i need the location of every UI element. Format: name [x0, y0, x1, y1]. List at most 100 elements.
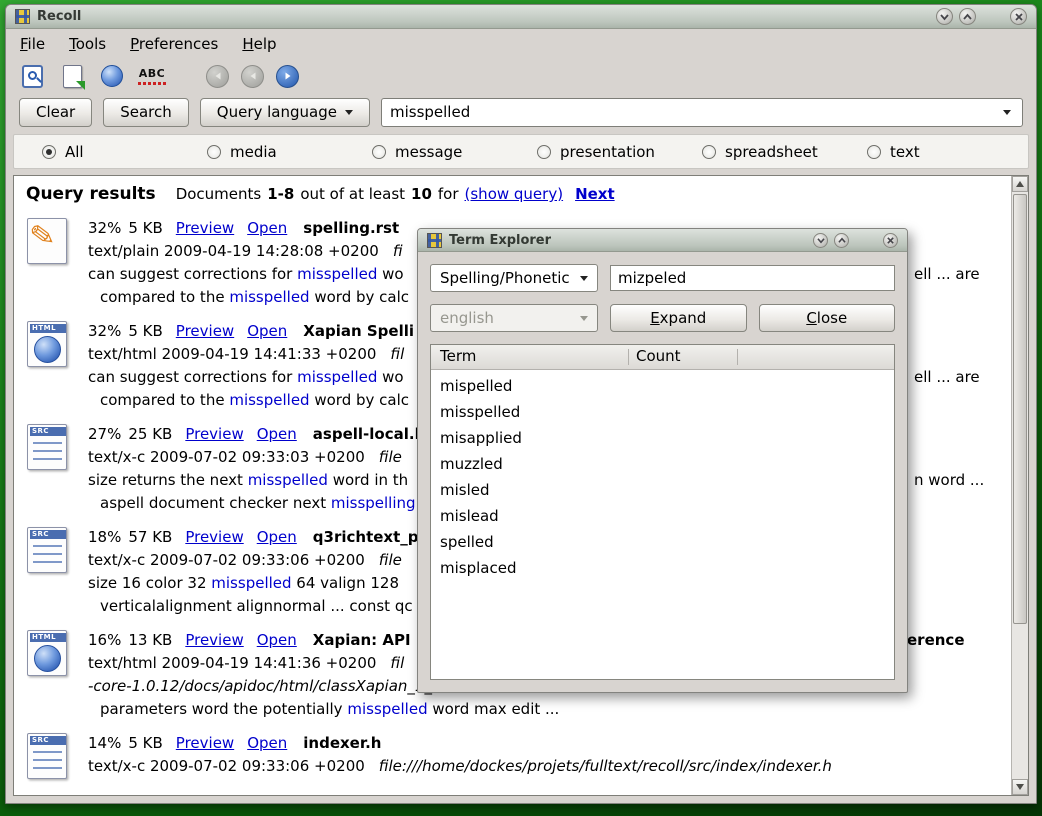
open-link[interactable]: Open: [257, 425, 297, 443]
next-page-link[interactable]: Next: [575, 185, 615, 203]
term-explorer-button[interactable]: ABC: [138, 62, 166, 90]
search-input[interactable]: [390, 103, 998, 121]
scroll-down-icon[interactable]: [1012, 779, 1028, 795]
text-document-icon: ✎: [26, 217, 70, 265]
pencil-icon: ✎: [28, 220, 57, 253]
radio-button-checked: [42, 145, 56, 159]
scroll-up-icon[interactable]: [1012, 176, 1028, 192]
mime-and-date: text/x-c 2009-07-02 09:33:06 +0200: [88, 551, 365, 569]
expansion-mode-select[interactable]: Spelling/Phonetic: [430, 264, 598, 292]
globe-icon: [34, 645, 61, 672]
maximize-icon[interactable]: [959, 8, 976, 25]
window-title: Recoll: [37, 9, 929, 24]
dialog-titlebar[interactable]: Term Explorer: [418, 229, 907, 252]
filter-media[interactable]: media: [207, 143, 372, 161]
search-button[interactable]: Search: [103, 98, 189, 127]
show-query-link[interactable]: (show query): [465, 185, 564, 203]
preview-link[interactable]: Preview: [176, 734, 234, 752]
expand-button[interactable]: Expand: [610, 304, 747, 332]
language-select[interactable]: english: [430, 304, 598, 332]
preview-link[interactable]: Preview: [185, 528, 243, 546]
clear-button[interactable]: Clear: [19, 98, 92, 127]
minimize-icon[interactable]: [936, 8, 953, 25]
term-row[interactable]: mislead: [431, 503, 894, 529]
highlighted-term: misspelled: [229, 391, 309, 409]
code-lines-icon: [33, 442, 62, 466]
html-document-icon: HTML: [26, 320, 70, 368]
combo-dropdown-icon[interactable]: [998, 99, 1016, 126]
preview-link[interactable]: Preview: [185, 425, 243, 443]
result-title: spelling.rst: [303, 219, 399, 237]
scrollbar-thumb[interactable]: [1013, 194, 1027, 624]
result-title: q3richtext_p: [313, 528, 419, 546]
term-row[interactable]: misplaced: [431, 555, 894, 581]
term-row[interactable]: spelled: [431, 529, 894, 555]
preview-link[interactable]: Preview: [176, 322, 234, 340]
window-titlebar[interactable]: Recoll: [6, 5, 1036, 29]
highlighted-term: misspelling: [331, 494, 416, 512]
column-header-term[interactable]: Term: [440, 347, 476, 365]
results-header: Query results Documents 1-8 out of at le…: [26, 184, 1011, 204]
term-row[interactable]: misspelled: [431, 399, 894, 425]
file-path: fil: [390, 345, 404, 363]
scrollbar-track: [1012, 192, 1028, 779]
relevance-percent: 32%: [88, 322, 121, 340]
file-path: fil: [390, 654, 404, 672]
dialog-titlebar-buttons: [813, 233, 898, 248]
results-docs-label: Documents: [176, 185, 262, 203]
term-row[interactable]: mispelled: [431, 373, 894, 399]
column-header-count[interactable]: Count: [636, 347, 681, 365]
highlighted-term: misspelled: [229, 288, 309, 306]
filter-all[interactable]: All: [42, 143, 207, 161]
term-list: mispelled misspelled misapplied muzzled …: [431, 370, 894, 679]
query-language-dropdown[interactable]: Query language: [200, 98, 370, 127]
first-page-button[interactable]: [206, 65, 229, 88]
html-document-icon: HTML: [26, 629, 70, 677]
radio-button: [207, 145, 221, 159]
snippet-fragment: ell ... are: [914, 263, 980, 286]
filter-label: message: [395, 143, 462, 161]
open-link[interactable]: Open: [247, 219, 287, 237]
query-history-button[interactable]: [98, 62, 126, 90]
preview-link[interactable]: Preview: [176, 219, 234, 237]
menu-preferences[interactable]: Preferences: [130, 35, 218, 53]
term-input[interactable]: [610, 265, 895, 291]
filter-message[interactable]: message: [372, 143, 537, 161]
filter-presentation[interactable]: presentation: [537, 143, 702, 161]
snippet-fragment: ell ... are: [914, 366, 980, 389]
query-language-label: Query language: [217, 103, 337, 121]
filter-spreadsheet[interactable]: spreadsheet: [702, 143, 867, 161]
close-icon[interactable]: [1010, 8, 1027, 25]
results-for-label: for: [438, 185, 459, 203]
next-page-button[interactable]: [276, 65, 299, 88]
menu-help[interactable]: Help: [242, 35, 276, 53]
snippet-line: parameters word the potentially misspell…: [88, 698, 1011, 721]
results-range: 1-8: [267, 185, 294, 203]
close-icon[interactable]: [883, 233, 898, 248]
term-row[interactable]: misled: [431, 477, 894, 503]
code-lines-icon: [33, 751, 62, 775]
filter-text[interactable]: text: [867, 143, 920, 161]
menu-tools[interactable]: Tools: [69, 35, 106, 53]
menubar: File Tools Preferences Help: [6, 29, 1036, 59]
open-link[interactable]: Open: [247, 322, 287, 340]
minimize-icon[interactable]: [813, 233, 828, 248]
file-size: 5 KB: [128, 734, 162, 752]
open-link[interactable]: Open: [257, 631, 297, 649]
erase-search-button[interactable]: [18, 62, 46, 90]
open-link[interactable]: Open: [247, 734, 287, 752]
open-link[interactable]: Open: [257, 528, 297, 546]
table-header[interactable]: Term Count: [431, 345, 894, 370]
radio-button: [372, 145, 386, 159]
menu-file[interactable]: File: [20, 35, 45, 53]
preview-link[interactable]: Preview: [185, 631, 243, 649]
file-size: 25 KB: [128, 425, 172, 443]
close-button[interactable]: Close: [759, 304, 896, 332]
term-row[interactable]: misapplied: [431, 425, 894, 451]
previous-page-button[interactable]: [241, 65, 264, 88]
file-path: file: [379, 551, 402, 569]
maximize-icon[interactable]: [834, 233, 849, 248]
filter-label: All: [65, 143, 84, 161]
term-row[interactable]: muzzled: [431, 451, 894, 477]
save-query-button[interactable]: [58, 62, 86, 90]
